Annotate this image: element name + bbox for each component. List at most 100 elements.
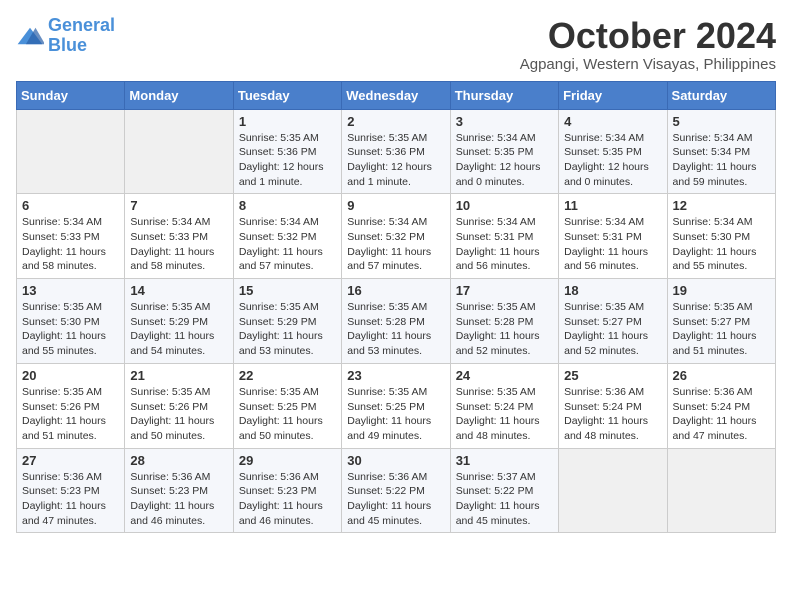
day-info: Sunrise: 5:36 AM Sunset: 5:23 PM Dayligh… [22,470,119,529]
month-title: October 2024 [520,16,776,56]
weekday-header: Thursday [450,81,558,109]
day-number: 12 [673,198,770,213]
day-info: Sunrise: 5:35 AM Sunset: 5:25 PM Dayligh… [239,385,336,444]
day-number: 18 [564,283,661,298]
day-number: 23 [347,368,444,383]
day-info: Sunrise: 5:34 AM Sunset: 5:35 PM Dayligh… [564,131,661,190]
logo-line1: General [48,15,115,35]
day-info: Sunrise: 5:34 AM Sunset: 5:32 PM Dayligh… [347,215,444,274]
calendar-cell: 30 Sunrise: 5:36 AM Sunset: 5:22 PM Dayli… [342,448,450,533]
day-info: Sunrise: 5:34 AM Sunset: 5:30 PM Dayligh… [673,215,770,274]
day-number: 4 [564,114,661,129]
title-area: October 2024 Agpangi, Western Visayas, P… [520,16,776,73]
calendar-cell: 11 Sunrise: 5:34 AM Sunset: 5:31 PM Dayli… [559,194,667,279]
day-number: 5 [673,114,770,129]
calendar-cell [667,448,775,533]
location-subtitle: Agpangi, Western Visayas, Philippines [520,56,776,73]
day-info: Sunrise: 5:34 AM Sunset: 5:34 PM Dayligh… [673,131,770,190]
day-info: Sunrise: 5:35 AM Sunset: 5:36 PM Dayligh… [239,131,336,190]
day-number: 10 [456,198,553,213]
day-info: Sunrise: 5:36 AM Sunset: 5:24 PM Dayligh… [673,385,770,444]
day-number: 11 [564,198,661,213]
day-info: Sunrise: 5:35 AM Sunset: 5:36 PM Dayligh… [347,131,444,190]
day-info: Sunrise: 5:36 AM Sunset: 5:23 PM Dayligh… [130,470,227,529]
calendar-cell: 9Sunrise: 5:34 AM Sunset: 5:32 PM Daylig… [342,194,450,279]
day-info: Sunrise: 5:34 AM Sunset: 5:31 PM Dayligh… [564,215,661,274]
day-number: 17 [456,283,553,298]
calendar-cell [559,448,667,533]
calendar-cell: 24Sunrise: 5:35 AM Sunset: 5:24 PM Dayli… [450,363,558,448]
day-number: 30 [347,453,444,468]
day-number: 2 [347,114,444,129]
day-number: 7 [130,198,227,213]
calendar-cell [125,109,233,194]
logo-icon [16,25,44,47]
weekday-header: Monday [125,81,233,109]
day-info: Sunrise: 5:35 AM Sunset: 5:26 PM Dayligh… [130,385,227,444]
calendar-week-row: 13 Sunrise: 5:35 AM Sunset: 5:30 PM Dayli… [17,279,776,364]
day-info: Sunrise: 5:35 AM Sunset: 5:25 PM Dayligh… [347,385,444,444]
calendar-cell: 10 Sunrise: 5:34 AM Sunset: 5:31 PM Dayli… [450,194,558,279]
day-number: 19 [673,283,770,298]
calendar-cell: 15Sunrise: 5:35 AM Sunset: 5:29 PM Dayli… [233,279,341,364]
calendar-cell: 5 Sunrise: 5:34 AM Sunset: 5:34 PM Daylig… [667,109,775,194]
day-info: Sunrise: 5:35 AM Sunset: 5:29 PM Dayligh… [130,300,227,359]
calendar-cell: 8 Sunrise: 5:34 AM Sunset: 5:32 PM Daylig… [233,194,341,279]
calendar-cell: 4 Sunrise: 5:34 AM Sunset: 5:35 PM Daylig… [559,109,667,194]
day-number: 1 [239,114,336,129]
day-info: Sunrise: 5:35 AM Sunset: 5:28 PM Dayligh… [456,300,553,359]
day-number: 14 [130,283,227,298]
day-number: 8 [239,198,336,213]
calendar-table: SundayMondayTuesdayWednesdayThursdayFrid… [16,81,776,534]
weekday-header: Sunday [17,81,125,109]
calendar-week-row: 20 Sunrise: 5:35 AM Sunset: 5:26 PM Dayli… [17,363,776,448]
header-row: SundayMondayTuesdayWednesdayThursdayFrid… [17,81,776,109]
calendar-cell: 16Sunrise: 5:35 AM Sunset: 5:28 PM Dayli… [342,279,450,364]
calendar-cell: 19Sunrise: 5:35 AM Sunset: 5:27 PM Dayli… [667,279,775,364]
calendar-cell: 28 Sunrise: 5:36 AM Sunset: 5:23 PM Dayli… [125,448,233,533]
calendar-cell: 3Sunrise: 5:34 AM Sunset: 5:35 PM Daylig… [450,109,558,194]
day-number: 24 [456,368,553,383]
day-info: Sunrise: 5:35 AM Sunset: 5:26 PM Dayligh… [22,385,119,444]
day-info: Sunrise: 5:36 AM Sunset: 5:23 PM Dayligh… [239,470,336,529]
calendar-cell: 25 Sunrise: 5:36 AM Sunset: 5:24 PM Dayli… [559,363,667,448]
weekday-header: Tuesday [233,81,341,109]
calendar-week-row: 1 Sunrise: 5:35 AM Sunset: 5:36 PM Daylig… [17,109,776,194]
day-info: Sunrise: 5:34 AM Sunset: 5:33 PM Dayligh… [22,215,119,274]
day-info: Sunrise: 5:34 AM Sunset: 5:32 PM Dayligh… [239,215,336,274]
calendar-cell: 14 Sunrise: 5:35 AM Sunset: 5:29 PM Dayli… [125,279,233,364]
calendar-cell: 22 Sunrise: 5:35 AM Sunset: 5:25 PM Dayli… [233,363,341,448]
day-number: 25 [564,368,661,383]
calendar-week-row: 27 Sunrise: 5:36 AM Sunset: 5:23 PM Dayli… [17,448,776,533]
calendar-cell: 7 Sunrise: 5:34 AM Sunset: 5:33 PM Daylig… [125,194,233,279]
day-number: 20 [22,368,119,383]
calendar-cell: 6 Sunrise: 5:34 AM Sunset: 5:33 PM Daylig… [17,194,125,279]
calendar-cell: 31Sunrise: 5:37 AM Sunset: 5:22 PM Dayli… [450,448,558,533]
day-number: 6 [22,198,119,213]
day-info: Sunrise: 5:36 AM Sunset: 5:22 PM Dayligh… [347,470,444,529]
calendar-cell: 23 Sunrise: 5:35 AM Sunset: 5:25 PM Dayli… [342,363,450,448]
day-info: Sunrise: 5:35 AM Sunset: 5:29 PM Dayligh… [239,300,336,359]
calendar-cell: 1 Sunrise: 5:35 AM Sunset: 5:36 PM Daylig… [233,109,341,194]
calendar-cell: 21Sunrise: 5:35 AM Sunset: 5:26 PM Dayli… [125,363,233,448]
day-number: 31 [456,453,553,468]
day-number: 27 [22,453,119,468]
calendar-cell: 13 Sunrise: 5:35 AM Sunset: 5:30 PM Dayli… [17,279,125,364]
calendar-cell: 26Sunrise: 5:36 AM Sunset: 5:24 PM Dayli… [667,363,775,448]
calendar-cell: 29Sunrise: 5:36 AM Sunset: 5:23 PM Dayli… [233,448,341,533]
page-header: General Blue October 2024 Agpangi, Weste… [16,16,776,73]
day-info: Sunrise: 5:34 AM Sunset: 5:33 PM Dayligh… [130,215,227,274]
calendar-week-row: 6 Sunrise: 5:34 AM Sunset: 5:33 PM Daylig… [17,194,776,279]
day-info: Sunrise: 5:34 AM Sunset: 5:31 PM Dayligh… [456,215,553,274]
calendar-cell [17,109,125,194]
weekday-header: Friday [559,81,667,109]
day-info: Sunrise: 5:35 AM Sunset: 5:30 PM Dayligh… [22,300,119,359]
day-number: 13 [22,283,119,298]
day-info: Sunrise: 5:36 AM Sunset: 5:24 PM Dayligh… [564,385,661,444]
calendar-header: SundayMondayTuesdayWednesdayThursdayFrid… [17,81,776,109]
logo: General Blue [16,16,115,56]
logo-line2: Blue [48,35,87,55]
day-number: 28 [130,453,227,468]
day-number: 22 [239,368,336,383]
day-number: 3 [456,114,553,129]
